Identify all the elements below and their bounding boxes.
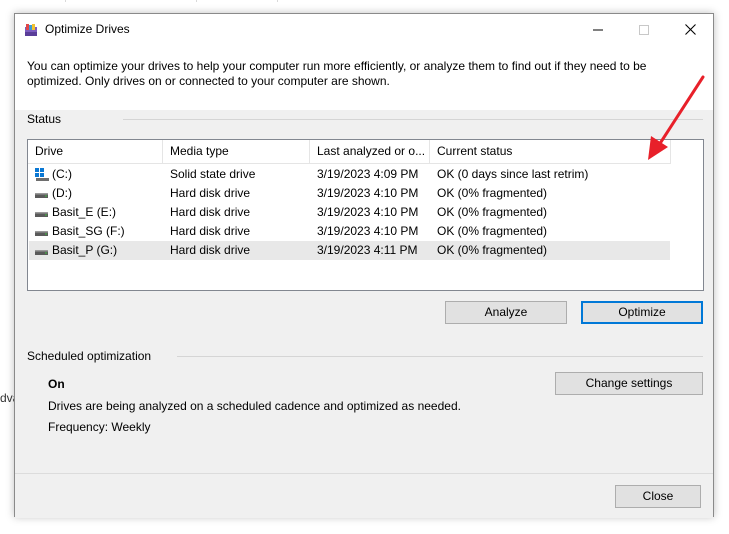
schedule-frequency: Frequency: Weekly xyxy=(48,420,151,434)
drive-cell: Basit_P (G:) xyxy=(29,241,164,260)
current-status-cell: OK (0 days since last retrim) xyxy=(437,167,589,181)
media-type-cell: Hard disk drive xyxy=(170,186,251,200)
status-divider xyxy=(123,119,703,120)
background-taskbar-strip xyxy=(0,0,729,6)
drive-row-c[interactable]: (C:) Solid state drive 3/19/2023 4:09 PM… xyxy=(29,165,670,184)
scheduled-divider xyxy=(177,356,703,357)
ssd-windows-drive-icon xyxy=(35,167,49,181)
drive-name: Basit_SG (F:) xyxy=(52,224,125,238)
analyze-button[interactable]: Analyze xyxy=(445,301,567,324)
column-header-current-status[interactable]: Current status xyxy=(430,140,671,163)
current-status-cell: OK (0% fragmented) xyxy=(437,243,548,257)
drive-cell: Basit_E (E:) xyxy=(29,203,164,222)
column-header-drive[interactable]: Drive xyxy=(28,140,163,163)
maximize-button[interactable] xyxy=(621,14,667,45)
schedule-state: On xyxy=(48,377,65,391)
intro-text: You can optimize your drives to help you… xyxy=(27,59,647,88)
optimize-drives-window: Optimize Drives You can optimize your dr… xyxy=(14,13,714,518)
last-analyzed-cell: 3/19/2023 4:10 PM xyxy=(317,186,419,200)
media-type-cell: Hard disk drive xyxy=(170,243,251,257)
last-analyzed-cell: 3/19/2023 4:10 PM xyxy=(317,205,419,219)
footer-bar: Close xyxy=(15,473,713,518)
drive-row-d[interactable]: (D:) Hard disk drive 3/19/2023 4:10 PM O… xyxy=(29,184,670,203)
drive-cell: Basit_SG (F:) xyxy=(29,222,164,241)
change-settings-button[interactable]: Change settings xyxy=(555,372,703,395)
hard-disk-icon xyxy=(35,230,48,236)
hard-disk-icon xyxy=(35,192,48,198)
hard-disk-icon xyxy=(35,211,48,217)
column-header-media-type[interactable]: Media type xyxy=(163,140,310,163)
schedule-description: Drives are being analyzed on a scheduled… xyxy=(48,399,461,413)
close-button[interactable]: Close xyxy=(615,485,701,508)
status-group-label: Status xyxy=(27,112,62,126)
drive-cell: (C:) xyxy=(29,165,164,184)
minimize-button[interactable] xyxy=(575,14,621,45)
title-bar[interactable]: Optimize Drives xyxy=(15,14,713,45)
last-analyzed-cell: 3/19/2023 4:11 PM xyxy=(317,243,418,257)
media-type-cell: Hard disk drive xyxy=(170,205,251,219)
hard-disk-icon xyxy=(35,249,48,255)
optimize-button[interactable]: Optimize xyxy=(581,301,703,324)
media-type-cell: Solid state drive xyxy=(170,167,256,181)
minimize-icon xyxy=(593,29,603,30)
column-header-last-analyzed[interactable]: Last analyzed or o... xyxy=(310,140,430,163)
media-type-cell: Hard disk drive xyxy=(170,224,251,238)
drive-row-e[interactable]: Basit_E (E:) Hard disk drive 3/19/2023 4… xyxy=(29,203,670,222)
scheduled-group-label: Scheduled optimization xyxy=(27,349,152,363)
current-status-cell: OK (0% fragmented) xyxy=(437,205,548,219)
optimize-drives-app-icon xyxy=(25,24,37,36)
drive-name: Basit_E (E:) xyxy=(52,205,117,219)
last-analyzed-cell: 3/19/2023 4:10 PM xyxy=(317,224,419,238)
close-window-button[interactable] xyxy=(667,14,713,45)
current-status-cell: OK (0% fragmented) xyxy=(437,224,548,238)
last-analyzed-cell: 3/19/2023 4:09 PM xyxy=(317,167,419,181)
drive-name: (C:) xyxy=(52,167,72,181)
window-title: Optimize Drives xyxy=(45,22,130,36)
drive-name: Basit_P (G:) xyxy=(52,243,118,257)
drive-row-f[interactable]: Basit_SG (F:) Hard disk drive 3/19/2023 … xyxy=(29,222,670,241)
drive-cell: (D:) xyxy=(29,184,164,203)
close-icon xyxy=(684,24,696,35)
maximize-icon xyxy=(639,24,649,35)
drives-list[interactable]: Drive Media type Last analyzed or o... C… xyxy=(27,139,704,291)
drives-list-header: Drive Media type Last analyzed or o... C… xyxy=(28,140,671,164)
current-status-cell: OK (0% fragmented) xyxy=(437,186,548,200)
drive-name: (D:) xyxy=(52,186,72,200)
drive-row-g[interactable]: Basit_P (G:) Hard disk drive 3/19/2023 4… xyxy=(29,241,670,260)
